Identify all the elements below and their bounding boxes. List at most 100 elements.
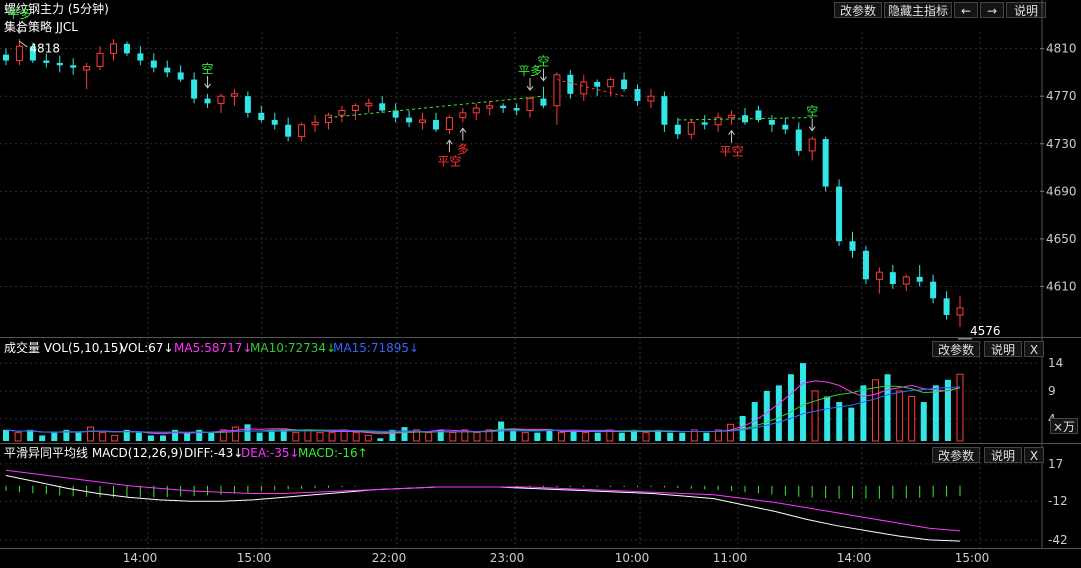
price-tick-label: 4650 [1046,232,1077,246]
time-tick-label: 14:00 [837,551,872,565]
candle-body-down [540,98,547,106]
candle-body-down [392,110,399,118]
candle-body-up [714,117,722,126]
candle-body-down [123,43,130,54]
price-tick-label: 4730 [1046,137,1077,151]
price-tick-label: 4610 [1046,279,1077,293]
candle-body-down [43,60,50,63]
candle-body-down [137,53,144,61]
candle-body-down [191,79,198,99]
candle-body-down [500,105,507,109]
price-tick-label: 4810 [1046,42,1077,56]
vol-help-button[interactable]: 说明 [984,341,1022,357]
candle-body-up [553,74,561,107]
candle-body-down [177,72,184,80]
candle-body-down [285,124,292,137]
macd-value: MACD:-16↑ [298,446,368,460]
candle-body-up [298,124,306,138]
signal-label: 多 [457,142,469,156]
macd-change-params-button[interactable]: 改参数 [932,447,980,463]
candle-body-up [324,114,332,123]
candle-body-down [621,79,628,90]
signal-label: 平多 [7,7,31,21]
candle-body-up [647,95,655,102]
vol-change-params-button[interactable]: 改参数 [932,341,980,357]
candle-body-down [849,241,856,251]
candle-body-down [258,112,265,120]
time-axis-separator [0,548,1081,549]
candle-body-down [56,62,63,66]
candle-body-up [445,117,453,130]
candle-body-down [661,96,668,125]
price-tick-label: 4690 [1046,184,1077,198]
candle-body-up [472,107,480,114]
candle-body-down [768,119,775,125]
time-tick-label: 23:00 [490,551,525,565]
time-tick-label: 22:00 [372,551,407,565]
candle-body-down [943,298,950,315]
candle-body-down [594,81,601,87]
candle-body-up [902,276,910,285]
candle-body-down [822,139,829,187]
vol-ma5: MA5:58717↓ [174,341,253,355]
vol-title: 成交量 VOL(5,10,15) [4,341,124,355]
vol-value: VOL:67↓ [120,341,174,355]
candle-body-down [862,250,869,280]
vol-unit-label: ×万 [1050,418,1078,434]
signal-label: 空 [202,62,214,76]
candle-body-up [230,93,238,97]
vol-ma15: MA15:71895↓ [333,341,420,355]
candle-body-up [580,81,588,95]
candle-body-down [889,272,896,285]
macd-panel: 平滑异同平均线 MACD(12,26,9) DIFF:-43↓ DEA:-35↓… [0,444,1081,548]
macd-title: 平滑异同平均线 MACD(12,26,9) [4,446,183,460]
candle-body-down [379,103,386,111]
candle-body-up [808,138,816,152]
candle-body-up [365,102,373,107]
candle-body-up [486,105,494,109]
candle-body-down [164,67,171,73]
time-tick-label: 15:00 [955,551,990,565]
candle-body-up [956,307,964,316]
candle-body-up [109,43,117,54]
signal-label: 空 [537,55,549,69]
macd-diff: DIFF:-43↓ [184,446,244,460]
candle-body-up [83,65,91,71]
high-price-label: 4818 [29,41,60,55]
signal-label: 空 [806,105,818,119]
price-tick-label: 4770 [1046,89,1077,103]
macd-dea: DEA:-35↓ [241,446,300,460]
vol-ma10: MA10:72734↓ [250,341,337,355]
candle-body-down [634,89,641,101]
candle-body-up [217,95,225,104]
volume-panel: 成交量 VOL(5,10,15) VOL:67↓ MA5:58717↓ MA10… [0,338,1081,443]
macd-close-button[interactable]: X [1024,447,1044,463]
candle-body-down [70,65,77,68]
candle-body-down [782,124,789,130]
candle-body-down [204,98,211,104]
candle-body-down [674,124,681,135]
candle-body-down [406,117,413,123]
time-tick-label: 15:00 [237,551,272,565]
candle-body-up [728,114,736,119]
candle-body-down [795,129,802,151]
candle-body-up [875,271,883,280]
candle-body-down [244,96,251,113]
candle-body-down [513,108,520,111]
candle-body-down [567,74,574,94]
candle-body-up [687,121,695,135]
candle-body-down [150,60,157,68]
time-tick-label: 11:00 [713,551,748,565]
signal-label: 平空 [720,145,744,159]
macd-help-button[interactable]: 说明 [984,447,1022,463]
low-price-label: 4576 [970,324,1001,338]
candle-body-up [15,45,23,62]
vol-close-button[interactable]: X [1024,341,1044,357]
candle-body-down [432,119,439,130]
candle-body-down [916,276,923,282]
candle-body-up [419,119,427,123]
candle-body-up [311,121,319,126]
candle-body-down [3,54,9,61]
candle-body-up [526,98,534,111]
time-tick-label: 10:00 [615,551,650,565]
